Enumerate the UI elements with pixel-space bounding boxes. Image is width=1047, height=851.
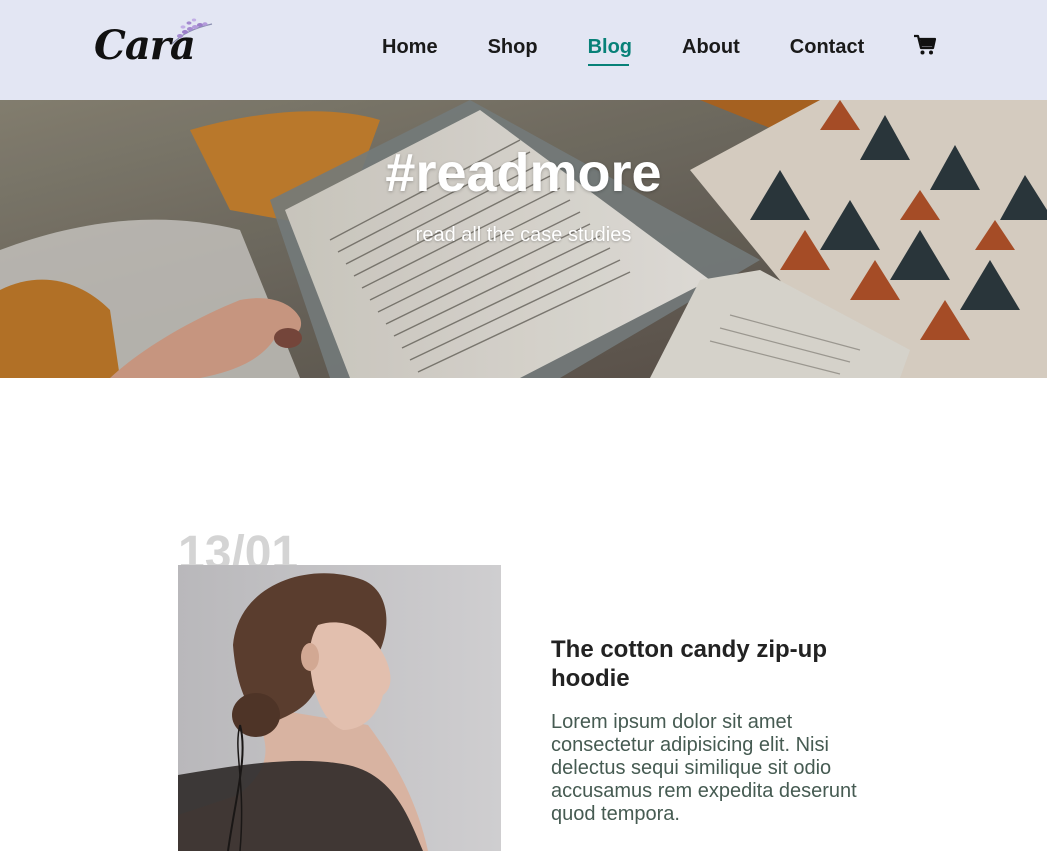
nav-contact[interactable]: Contact xyxy=(790,36,864,59)
blog-post-image[interactable] xyxy=(178,565,501,851)
logo[interactable]: Cara xyxy=(92,12,222,72)
lavender-icon xyxy=(171,18,213,45)
model-photo xyxy=(178,565,501,851)
blog-post-title[interactable]: The cotton candy zip-up hoodie xyxy=(551,635,871,693)
nav-shop[interactable]: Shop xyxy=(488,36,538,59)
hero-banner: #readmore read all the case studies xyxy=(0,100,1047,378)
nav-about[interactable]: About xyxy=(682,36,740,59)
site-header: Cara Home Shop Blog About Contact xyxy=(0,0,1047,100)
nav-home[interactable]: Home xyxy=(382,36,438,59)
hero-subtitle: read all the case studies xyxy=(415,224,632,246)
hero-title: #readmore xyxy=(385,143,662,203)
main-nav: Home Shop Blog About Contact xyxy=(382,36,914,66)
cart-icon[interactable] xyxy=(913,33,937,57)
nav-blog[interactable]: Blog xyxy=(587,36,632,66)
blog-post-excerpt: Lorem ipsum dolor sit amet consectetur a… xyxy=(551,711,857,825)
